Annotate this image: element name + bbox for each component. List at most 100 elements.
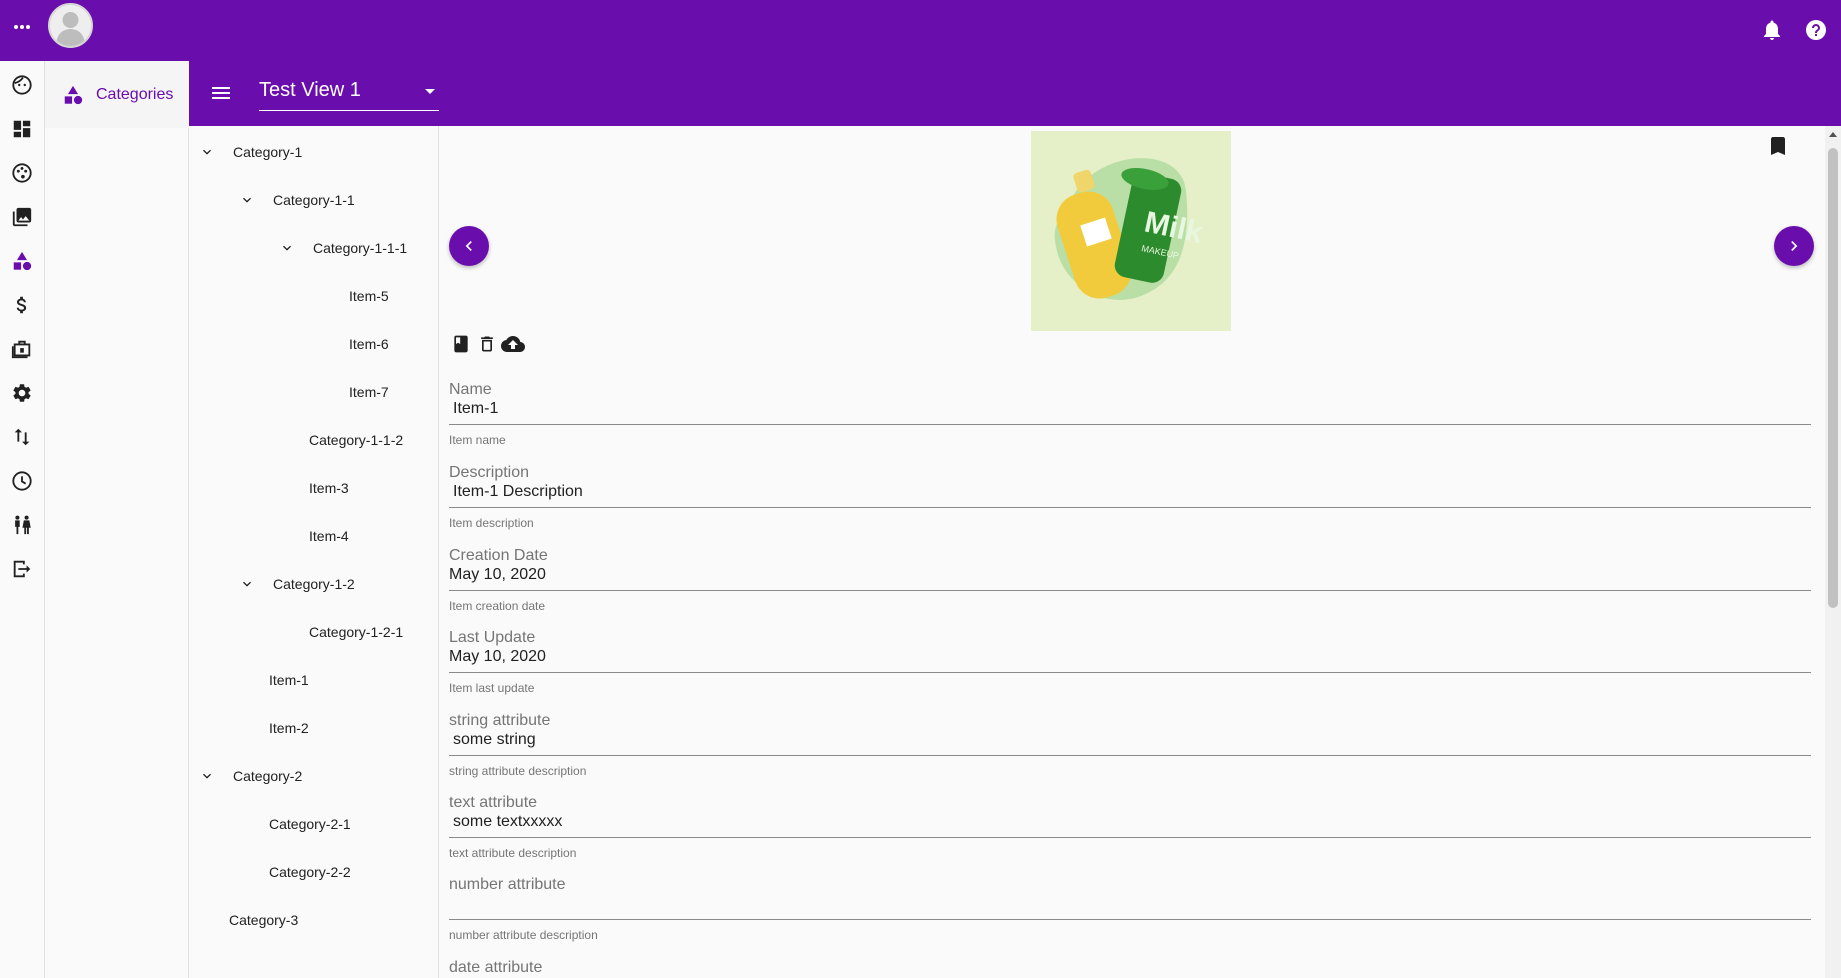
tree-node[interactable]: Category-1-2-1 xyxy=(309,620,403,644)
tree-node-label: Item-1 xyxy=(269,672,309,688)
date-attribute-field[interactable]: date attribute xyxy=(449,959,1811,977)
dashboard-icon[interactable] xyxy=(9,116,35,142)
field-helper-text: number attribute description xyxy=(449,928,598,942)
category-icon xyxy=(64,85,83,104)
tree-node[interactable]: Item-3 xyxy=(309,476,349,500)
chevron-down-icon[interactable] xyxy=(235,572,259,596)
sort-arrows-icon[interactable] xyxy=(9,424,35,450)
tree-node[interactable]: Category-1-1-2 xyxy=(309,428,403,452)
field-underline xyxy=(449,424,1811,425)
palette-icon[interactable] xyxy=(9,160,35,186)
field-label: Description xyxy=(449,464,530,481)
item-detail-panel: Milk MAKEUP Name Item-1 Item name Descri… xyxy=(439,126,1825,978)
scrollbar-thumb[interactable] xyxy=(1828,148,1838,608)
portfolio-icon[interactable] xyxy=(9,336,35,362)
chevron-right-icon xyxy=(1791,241,1798,251)
prev-image-button[interactable] xyxy=(449,226,489,266)
field-helper-text: text attribute description xyxy=(449,846,577,860)
number-attribute-field[interactable]: number attribute number attribute descri… xyxy=(449,876,1811,942)
logout-icon[interactable] xyxy=(9,556,35,582)
tree-node[interactable]: Category-2-2 xyxy=(269,860,351,884)
gear-icon[interactable] xyxy=(9,380,35,406)
field-value[interactable] xyxy=(449,894,1811,914)
tree-node[interactable]: Category-3 xyxy=(229,908,298,932)
tree-node[interactable]: Item-6 xyxy=(349,332,389,356)
tree-node-label: Category-1-2-1 xyxy=(309,624,404,640)
field-value[interactable]: May 10, 2020 xyxy=(449,647,1811,667)
chevron-left-icon xyxy=(465,241,472,251)
tree-node-label: Item-6 xyxy=(349,336,389,352)
book-icon[interactable] xyxy=(449,332,473,356)
creation-date-field[interactable]: Creation Date May 10, 2020 Item creation… xyxy=(449,547,1811,613)
text-attribute-field[interactable]: text attribute some textxxxxx text attri… xyxy=(449,794,1811,860)
tree-node[interactable]: Category-2 xyxy=(195,764,302,788)
tree-node[interactable]: Category-2-1 xyxy=(269,812,351,836)
tree-node-label: Category-1-1-2 xyxy=(309,432,404,448)
chevron-down-icon[interactable] xyxy=(275,236,299,260)
tree-node[interactable]: Item-5 xyxy=(349,284,389,308)
tree-node[interactable]: Item-7 xyxy=(349,380,389,404)
field-value[interactable]: some textxxxxx xyxy=(449,812,1811,832)
field-helper-text: Item description xyxy=(449,516,534,530)
dollar-icon[interactable] xyxy=(9,292,35,318)
menu-icon[interactable] xyxy=(209,81,233,105)
view-select[interactable]: Test View 1 xyxy=(259,71,439,111)
tree-node[interactable]: Item-4 xyxy=(309,524,349,548)
field-value[interactable]: some string xyxy=(449,730,1811,750)
tree-node[interactable]: Category-1-1-1 xyxy=(275,236,407,260)
field-label: Name xyxy=(449,381,492,398)
field-label: number attribute xyxy=(449,876,566,893)
tree-node-label: Category-1 xyxy=(233,144,303,160)
nav-item-categories[interactable]: Categories xyxy=(45,61,189,128)
last-update-field[interactable]: Last Update May 10, 2020 Item last updat… xyxy=(449,629,1811,695)
field-label: Last Update xyxy=(449,629,536,646)
tree-node-label: Category-1-1-1 xyxy=(313,240,408,256)
field-helper-text: Item creation date xyxy=(449,599,546,613)
view-select-value: Test View 1 xyxy=(259,79,361,101)
field-label: string attribute xyxy=(449,712,551,729)
tree-node[interactable]: Item-1 xyxy=(269,668,309,692)
secondary-nav: Categories xyxy=(45,61,189,978)
help-icon[interactable] xyxy=(1804,18,1828,42)
string-attribute-field[interactable]: string attribute some string string attr… xyxy=(449,712,1811,778)
chevron-down-icon[interactable] xyxy=(195,764,219,788)
dropdown-arrow-icon xyxy=(425,89,435,94)
face-icon[interactable] xyxy=(9,72,35,98)
clock-icon[interactable] xyxy=(9,468,35,494)
chevron-down-icon[interactable] xyxy=(195,140,219,164)
name-field[interactable]: Name Item-1 Item name xyxy=(449,381,1811,447)
tree-node[interactable]: Item-2 xyxy=(269,716,309,740)
field-helper-text: Item name xyxy=(449,433,506,447)
field-underline xyxy=(449,590,1811,591)
tree-node[interactable]: Category-1 xyxy=(195,140,302,164)
field-value[interactable]: Item-1 Description xyxy=(449,482,1811,502)
icon-rail xyxy=(0,61,45,978)
field-underline xyxy=(449,507,1811,508)
scroll-up-arrow-icon[interactable] xyxy=(1829,132,1837,137)
tree-node-label: Category-1-2 xyxy=(273,576,355,592)
field-value[interactable]: May 10, 2020 xyxy=(449,565,1811,585)
field-label: Creation Date xyxy=(449,547,548,564)
next-image-button[interactable] xyxy=(1774,226,1814,266)
tree-node[interactable]: Category-1-1 xyxy=(235,188,355,212)
view-header: Test View 1 xyxy=(189,61,1841,126)
chevron-down-icon[interactable] xyxy=(235,188,259,212)
people-icon[interactable] xyxy=(9,512,35,538)
main-scrollbar[interactable] xyxy=(1825,126,1841,978)
tree-node[interactable]: Category-1-2 xyxy=(235,572,355,596)
photo-library-icon[interactable] xyxy=(9,204,35,230)
trash-icon[interactable] xyxy=(475,332,499,356)
field-underline xyxy=(449,755,1811,756)
image-actions xyxy=(449,332,525,356)
field-value[interactable]: Item-1 xyxy=(449,399,1811,419)
tree-node-label: Item-5 xyxy=(349,288,389,304)
bell-icon[interactable] xyxy=(1760,18,1784,42)
top-app-bar xyxy=(0,0,1841,61)
description-field[interactable]: Description Item-1 Description Item desc… xyxy=(449,464,1811,530)
bookmark-icon[interactable] xyxy=(1766,134,1790,158)
avatar[interactable] xyxy=(48,3,93,48)
category-icon[interactable] xyxy=(9,248,35,274)
more-horiz-icon[interactable] xyxy=(10,15,34,39)
tree-node-label: Category-2-2 xyxy=(269,864,351,880)
cloud-upload-icon[interactable] xyxy=(501,332,525,356)
